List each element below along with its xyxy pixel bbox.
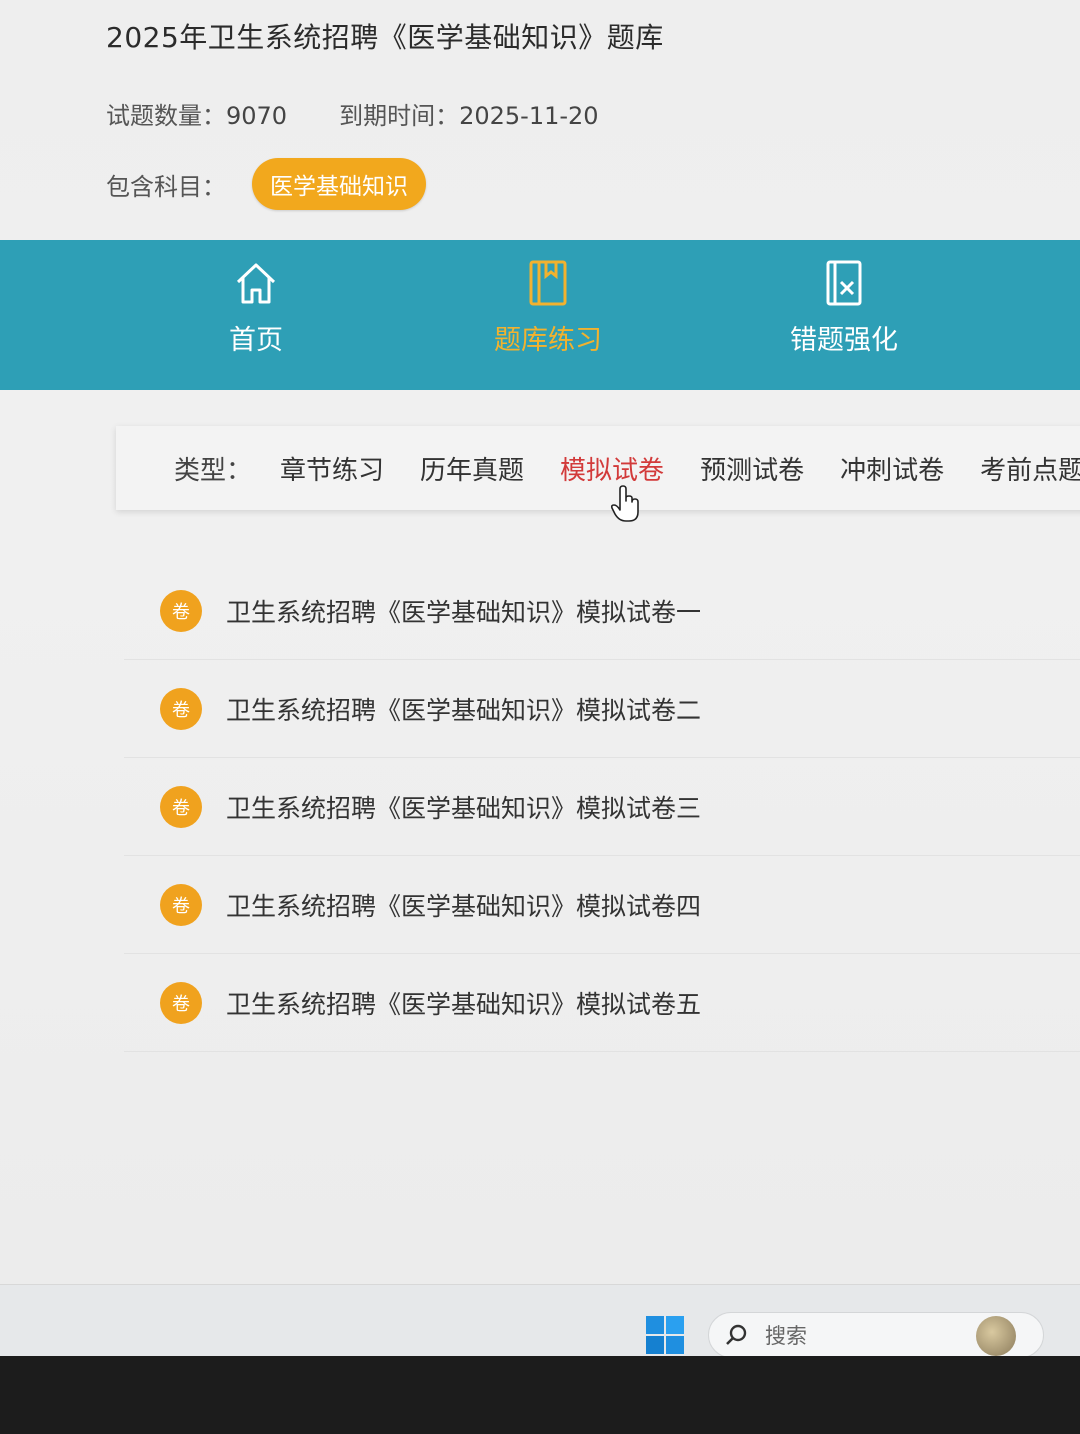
home-icon — [236, 263, 276, 304]
search-placeholder: 搜索 — [765, 1324, 807, 1348]
expiry-value: 2025-11-20 — [459, 102, 599, 130]
taskbar-avatar-icon[interactable] — [976, 1316, 1016, 1356]
list-item[interactable]: 卷 卫生系统招聘《医学基础知识》模拟试卷四 — [124, 856, 1080, 954]
paper-title[interactable]: 卫生系统招聘《医学基础知识》模拟试卷二 — [226, 691, 701, 727]
list-item[interactable]: 卷 卫生系统招聘《医学基础知识》模拟试卷一 — [124, 562, 1080, 660]
list-item[interactable]: 卷 卫生系统招聘《医学基础知识》模拟试卷三 — [124, 758, 1080, 856]
nav-label-mistakes: 错题强化 — [790, 325, 898, 356]
book-icon — [529, 260, 567, 306]
nav-item-mistakes[interactable]: 错题强化 — [754, 258, 934, 357]
question-count-value: 9070 — [226, 102, 288, 130]
paper-title[interactable]: 卫生系统招聘《医学基础知识》模拟试卷五 — [226, 985, 701, 1021]
filter-option-final-tips[interactable]: 考前点题 — [980, 450, 1080, 487]
question-count-label: 试题数量： — [106, 102, 226, 130]
filter-option-predict[interactable]: 预测试卷 — [700, 450, 804, 487]
subject-row: 包含科目： 医学基础知识 — [106, 158, 426, 210]
nav-item-home[interactable]: 首页 — [166, 258, 346, 357]
meta-row: 试题数量：9070 到期时间：2025-11-20 — [106, 96, 599, 131]
screen: 2025年卫生系统招聘《医学基础知识》题库 试题数量：9070 到期时间：202… — [0, 0, 1080, 1300]
main-nav: 首页 题库练习 错题强化 — [0, 240, 1080, 390]
paper-badge: 卷 — [160, 687, 202, 730]
nav-item-question-bank[interactable]: 题库练习 — [458, 258, 638, 357]
filter-option-chapter[interactable]: 章节练习 — [280, 450, 384, 487]
paper-badge: 卷 — [160, 883, 202, 926]
nav-label-question-bank: 题库练习 — [494, 325, 602, 356]
nav-label-home: 首页 — [229, 325, 283, 356]
filter-label: 类型： — [174, 455, 253, 486]
paper-badge: 卷 — [160, 981, 202, 1024]
page-title: 2025年卫生系统招聘《医学基础知识》题库 — [106, 21, 664, 54]
filter-option-past-exams[interactable]: 历年真题 — [420, 450, 524, 487]
subject-tag[interactable]: 医学基础知识 — [252, 158, 426, 210]
paper-title[interactable]: 卫生系统招聘《医学基础知识》模拟试卷四 — [226, 887, 701, 923]
paper-badge: 卷 — [160, 785, 202, 828]
wrong-doc-icon — [826, 260, 862, 306]
list-item[interactable]: 卷 卫生系统招聘《医学基础知识》模拟试卷二 — [124, 660, 1080, 758]
expiry: 到期时间：2025-11-20 — [339, 96, 598, 131]
question-count: 试题数量：9070 — [106, 96, 287, 131]
hand-cursor-icon — [610, 485, 639, 522]
search-icon — [726, 1324, 747, 1345]
subjects-label: 包含科目： — [106, 172, 226, 201]
monitor-bezel — [0, 1356, 1080, 1434]
paper-title[interactable]: 卫生系统招聘《医学基础知识》模拟试卷三 — [226, 789, 701, 825]
filter-option-sprint[interactable]: 冲刺试卷 — [840, 450, 944, 487]
paper-list: 卷 卫生系统招聘《医学基础知识》模拟试卷一 卷 卫生系统招聘《医学基础知识》模拟… — [124, 562, 1080, 1052]
expiry-label: 到期时间： — [339, 102, 460, 130]
type-filter: 类型： 章节练习 历年真题 模拟试卷 预测试卷 冲刺试卷 考前点题 — [116, 426, 1080, 510]
filter-option-mock[interactable]: 模拟试卷 — [560, 450, 664, 487]
paper-title[interactable]: 卫生系统招聘《医学基础知识》模拟试卷一 — [226, 593, 701, 629]
paper-badge: 卷 — [160, 589, 202, 632]
list-item[interactable]: 卷 卫生系统招聘《医学基础知识》模拟试卷五 — [124, 954, 1080, 1052]
windows-start-icon[interactable] — [646, 1316, 684, 1354]
